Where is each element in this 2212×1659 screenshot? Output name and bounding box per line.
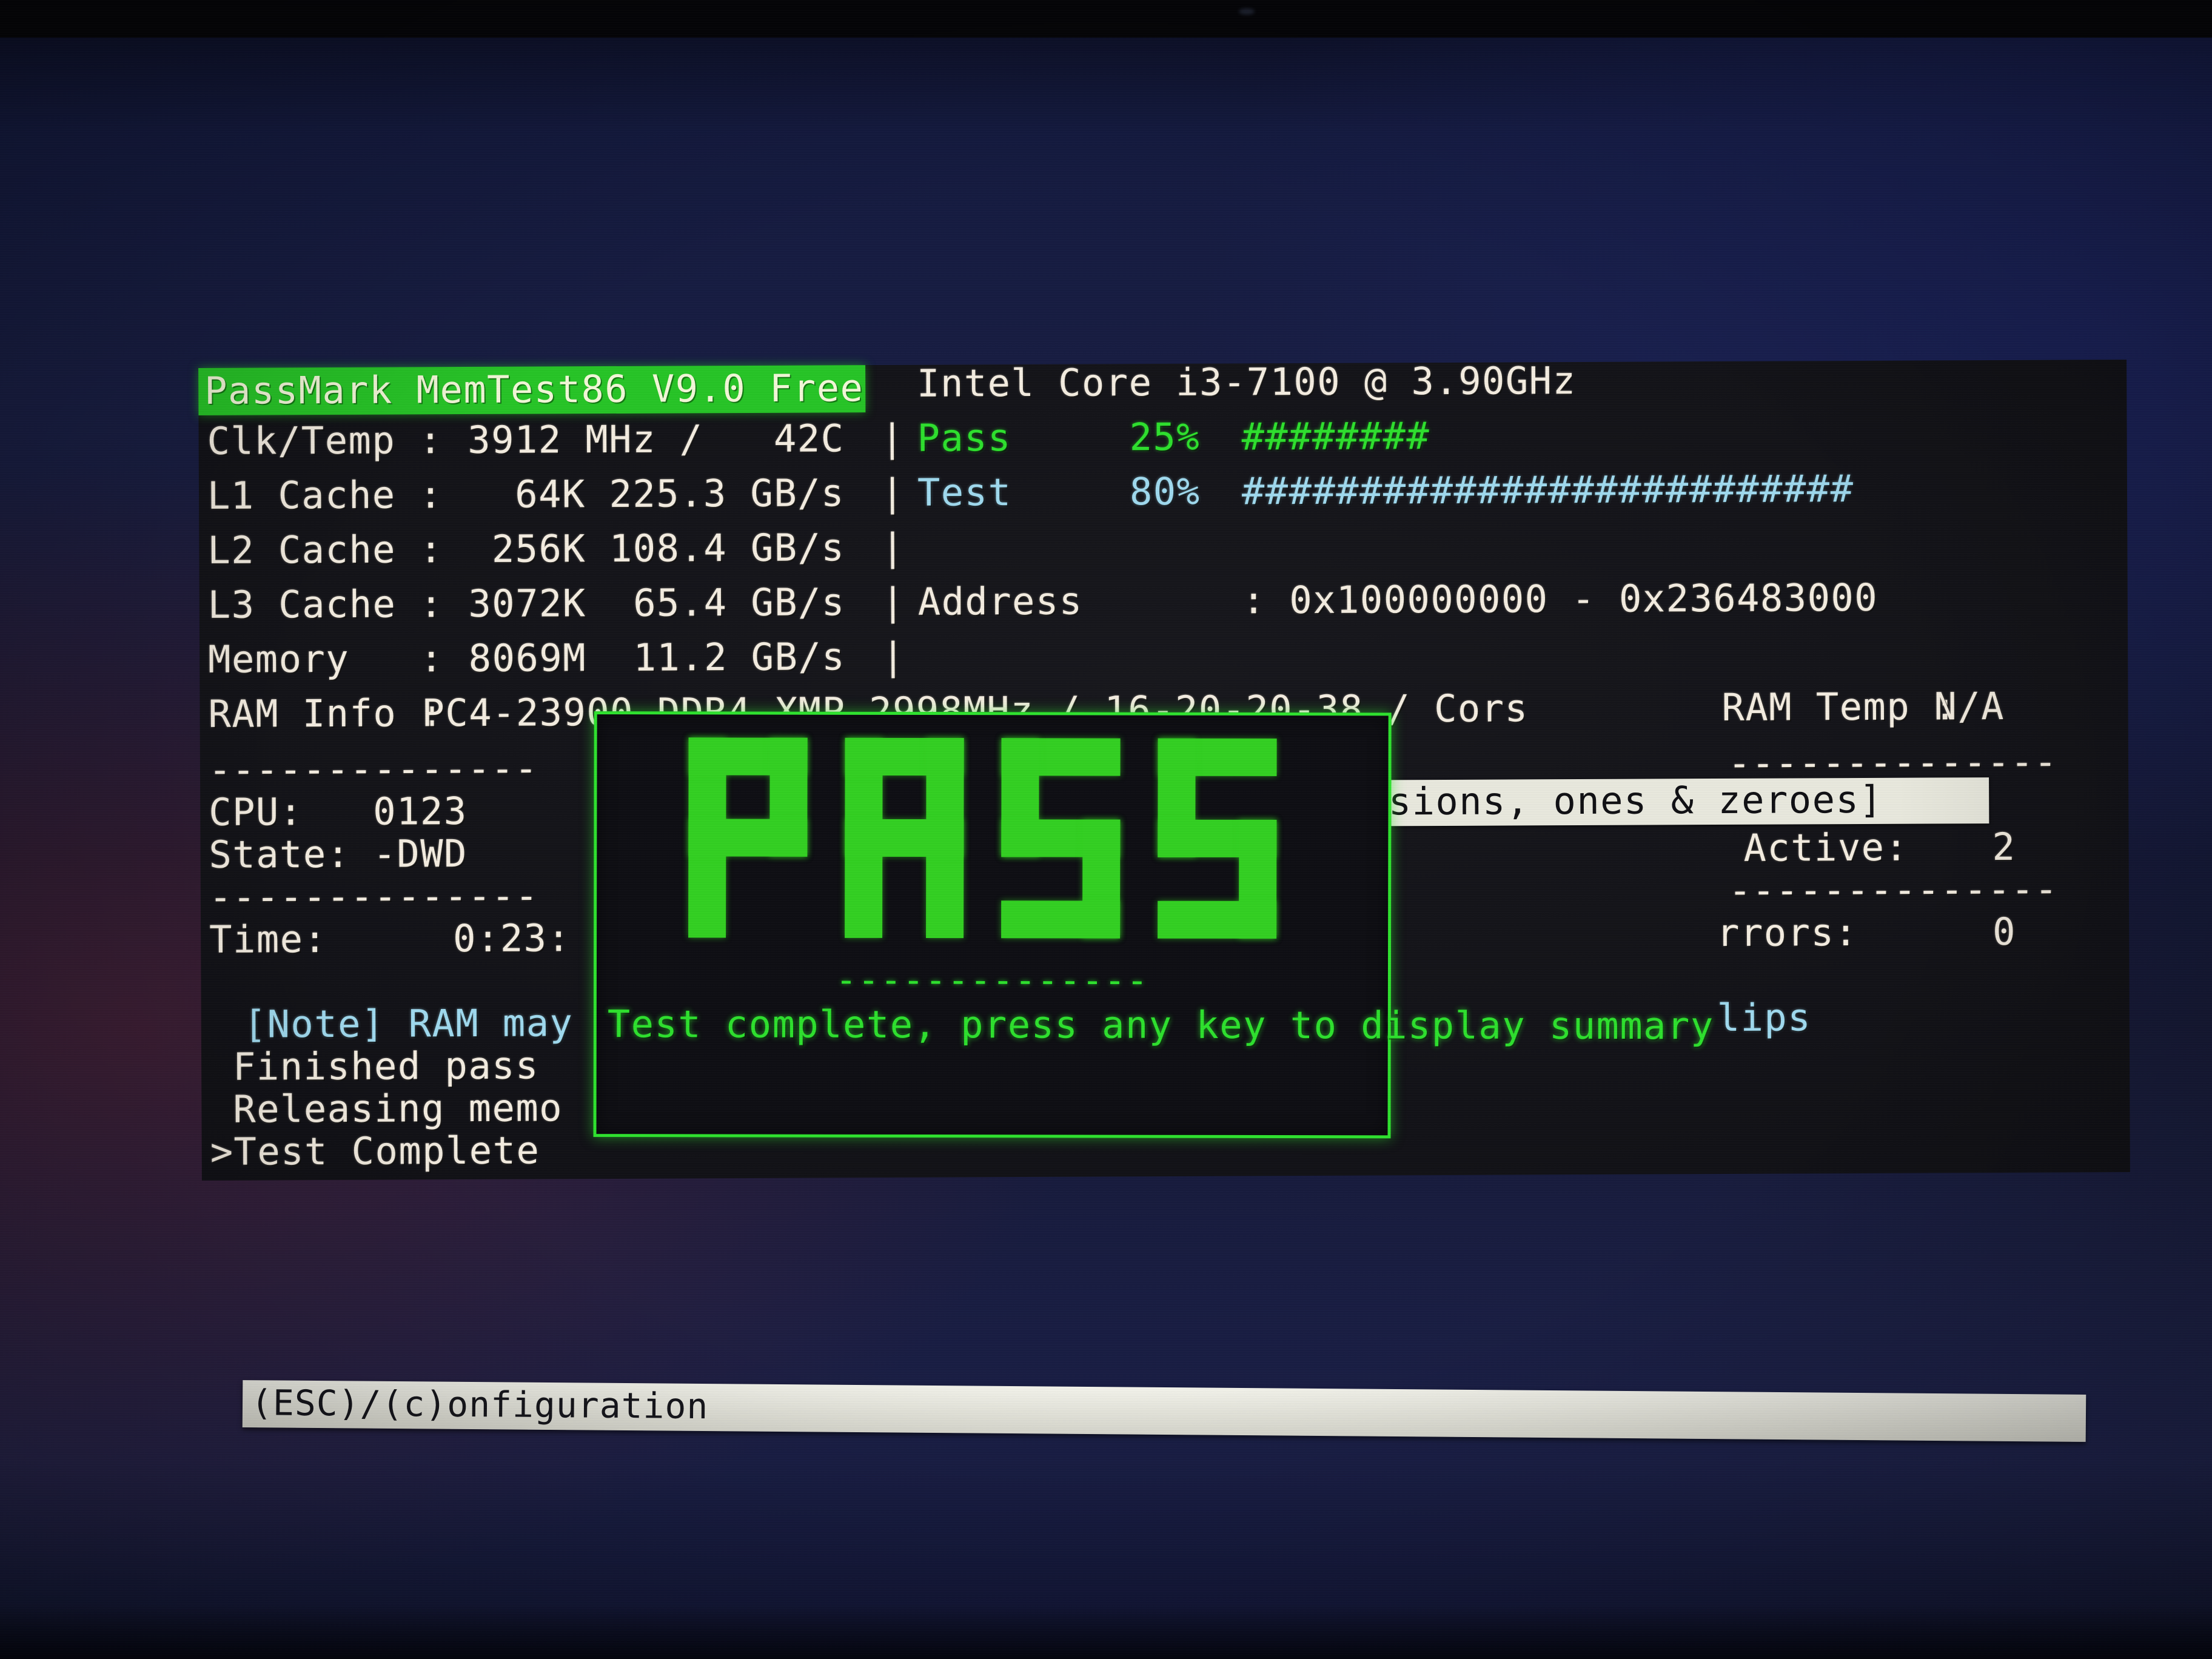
app-title: PassMark MemTest86 V9.0 Free [204, 366, 864, 413]
column-divider-5: | [882, 634, 906, 679]
stat-value-l2: 256K 108.4 GB/s [421, 525, 845, 572]
state-value: -DWD [373, 831, 468, 876]
test-progress-percent: 80% [1129, 469, 1201, 514]
pass-progress-percent: 25% [1129, 414, 1201, 460]
pass-banner-message: Test complete, press any key to display … [607, 1002, 1714, 1048]
log-line-finished-pass: Finished pass [232, 1043, 540, 1089]
cpu-list-value: 0123 [373, 789, 468, 834]
test-progress-label: Test [917, 470, 1012, 515]
column-divider-1: | [880, 415, 905, 461]
column-divider-2: | [880, 470, 905, 515]
stat-row-clk-temp: Clk/Temp : [207, 418, 443, 463]
stat-value-memory: 8069M 11.2 GB/s [421, 634, 846, 681]
time-value: 0:23: [453, 916, 571, 961]
app-title-bar: PassMark MemTest86 V9.0 Free [198, 365, 866, 415]
log-line-test-complete: >Test Complete [210, 1128, 540, 1174]
stat-label-l3: L3 Cache : [207, 581, 444, 627]
stat-label-clk-temp: Clk/Temp : [207, 418, 443, 463]
errors-label: rrors: [1717, 910, 1858, 956]
stat-label-l2: L2 Cache : [207, 527, 443, 572]
stat-row-memory: Memory : [208, 636, 444, 682]
address-value: : 0x100000000 - 0x236483000 [1242, 575, 1879, 623]
ram-info-label: RAM Info : [208, 691, 444, 736]
active-cpus-label: Active: [1743, 825, 1909, 870]
test-progress-bar: ########################## [1241, 466, 1854, 514]
pass-banner-divider: -------------- [835, 959, 1149, 1001]
clips-text: lips [1717, 995, 1812, 1041]
pass-letter-s-1 [1000, 738, 1141, 939]
stat-value-clk-temp: 3912 MHz / 42C [420, 416, 845, 463]
time-label: Time: [209, 917, 327, 962]
log-line-releasing-memory: Releasing memo [233, 1085, 563, 1131]
stat-row-l3: L3 Cache : [208, 581, 444, 627]
state-label: State: [209, 831, 350, 877]
monitor-bottom-bezel [0, 1604, 2212, 1659]
stat-value-l1: 64K 225.3 GB/s [420, 471, 845, 517]
stat-row-l1: L1 Cache : [207, 472, 443, 518]
column-divider-4: | [881, 579, 905, 625]
monitor-top-bezel [0, 0, 2212, 38]
left-separator-top: -------------- [208, 746, 538, 792]
ram-temp-value: N/A [1934, 683, 2005, 729]
pass-letter-s-2 [1157, 738, 1298, 939]
ram-temp-label: RAM Temp : [1721, 684, 1957, 729]
memtest86-screen: PassMark MemTest86 V9.0 Free Clk/Temp : … [198, 358, 2130, 1181]
address-label: Address [917, 578, 1083, 624]
right-separator-top: -------------- [1728, 739, 2058, 785]
stat-value-l3: 3072K 65.4 GB/s [421, 580, 845, 626]
configuration-hint: (ESC)/(c)onfiguration [250, 1382, 709, 1427]
cpu-list-label: CPU: [209, 789, 303, 834]
pass-banner-art [688, 737, 1298, 939]
pass-progress-label: Pass [917, 415, 1012, 460]
left-separator-mid: -------------- [209, 873, 539, 919]
active-cpus-value: 2 [1992, 824, 2016, 870]
right-separator-mid: -------------- [1728, 866, 2059, 913]
stat-label-memory: Memory : [208, 636, 444, 682]
cpu-model-label: Intel Core i3-7100 @ 3.90GHz [917, 358, 1577, 406]
stat-row-l2: L2 Cache : [207, 527, 443, 572]
log-line-note: [Note] RAM may [243, 1000, 574, 1047]
pass-letter-p [688, 737, 828, 938]
stat-label-l1: L1 Cache : [207, 472, 443, 518]
pass-progress-bar: ######## [1241, 414, 1430, 459]
pass-letter-a [844, 737, 985, 939]
errors-value: 0 [1992, 909, 2017, 954]
pass-result-panel: -------------- Test complete, press any … [593, 711, 1714, 1139]
column-divider-3: | [881, 525, 905, 570]
